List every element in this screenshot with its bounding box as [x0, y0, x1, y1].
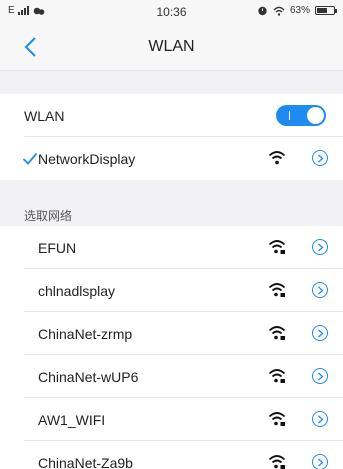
alarm-icon — [258, 6, 267, 16]
network-name: ChinaNet-zrmp — [38, 325, 133, 342]
wifi-status-icon — [273, 6, 285, 16]
network-row[interactable]: EFUN — [0, 226, 343, 269]
chevron-right-icon — [318, 458, 324, 467]
network-row[interactable]: AW1_WIFI — [0, 398, 343, 441]
network-name: ChinaNet-wUP6 — [38, 368, 139, 385]
page-title: WLAN — [148, 38, 195, 55]
chevron-right-icon — [318, 286, 324, 295]
status-right: 63% — [257, 5, 337, 16]
network-row[interactable]: ChinaNet-zrmp — [0, 312, 343, 355]
wifi-locked-icon — [268, 326, 286, 340]
checkmark-icon — [22, 152, 38, 165]
battery-fill — [317, 8, 327, 13]
chevron-right-icon — [318, 329, 324, 338]
network-detail-button[interactable] — [312, 239, 328, 255]
status-bar: E 10:36 63% — [0, 0, 343, 24]
network-row[interactable]: ChinaNet-wUP6 — [0, 355, 343, 398]
section-title: 选取网络 — [24, 209, 73, 223]
network-name: ChinaNet-Za9b — [38, 454, 133, 469]
wifi-signal-icon — [268, 151, 286, 165]
toggle-knob — [307, 107, 324, 124]
wlan-toggle-row: WLAN — [0, 94, 343, 137]
network-detail-button[interactable] — [312, 150, 328, 166]
toggle-on-mark — [289, 111, 290, 120]
network-name: AW1_WIFI — [38, 411, 106, 428]
networks-list: EFUN chlnadlsplay ChinaNet-zrmp ChinaNet-wU… — [0, 226, 343, 469]
battery-icon — [315, 6, 337, 15]
battery-percent: 63% — [289, 5, 310, 16]
chevron-right-icon — [318, 154, 324, 163]
chevron-right-icon — [318, 372, 324, 381]
connected-network-name: NetworkDisplay — [38, 150, 136, 167]
network-name: chlnadlsplay — [38, 282, 116, 299]
network-name: EFUN — [38, 239, 77, 256]
connected-network-row[interactable]: NetworkDisplay — [0, 137, 343, 180]
wifi-locked-icon — [268, 283, 286, 297]
chevron-right-icon — [318, 415, 324, 424]
network-detail-button[interactable] — [312, 368, 328, 384]
network-detail-button[interactable] — [312, 454, 328, 469]
network-row[interactable]: ChinaNet-Za9b — [0, 441, 343, 469]
wifi-locked-icon — [268, 412, 286, 426]
network-detail-button[interactable] — [312, 325, 328, 341]
nav-bar: WLAN — [0, 24, 343, 71]
network-row[interactable]: chlnadlsplay — [0, 269, 343, 312]
wifi-locked-icon — [268, 455, 286, 469]
network-detail-button[interactable] — [312, 411, 328, 427]
wifi-locked-icon — [268, 369, 286, 383]
wifi-locked-icon — [268, 240, 286, 254]
chevron-right-icon — [318, 243, 324, 252]
wlan-card: WLAN NetworkDisplay — [0, 94, 343, 180]
network-detail-button[interactable] — [312, 282, 328, 298]
wlan-label: WLAN — [24, 107, 65, 124]
wlan-toggle-switch[interactable] — [276, 105, 326, 126]
